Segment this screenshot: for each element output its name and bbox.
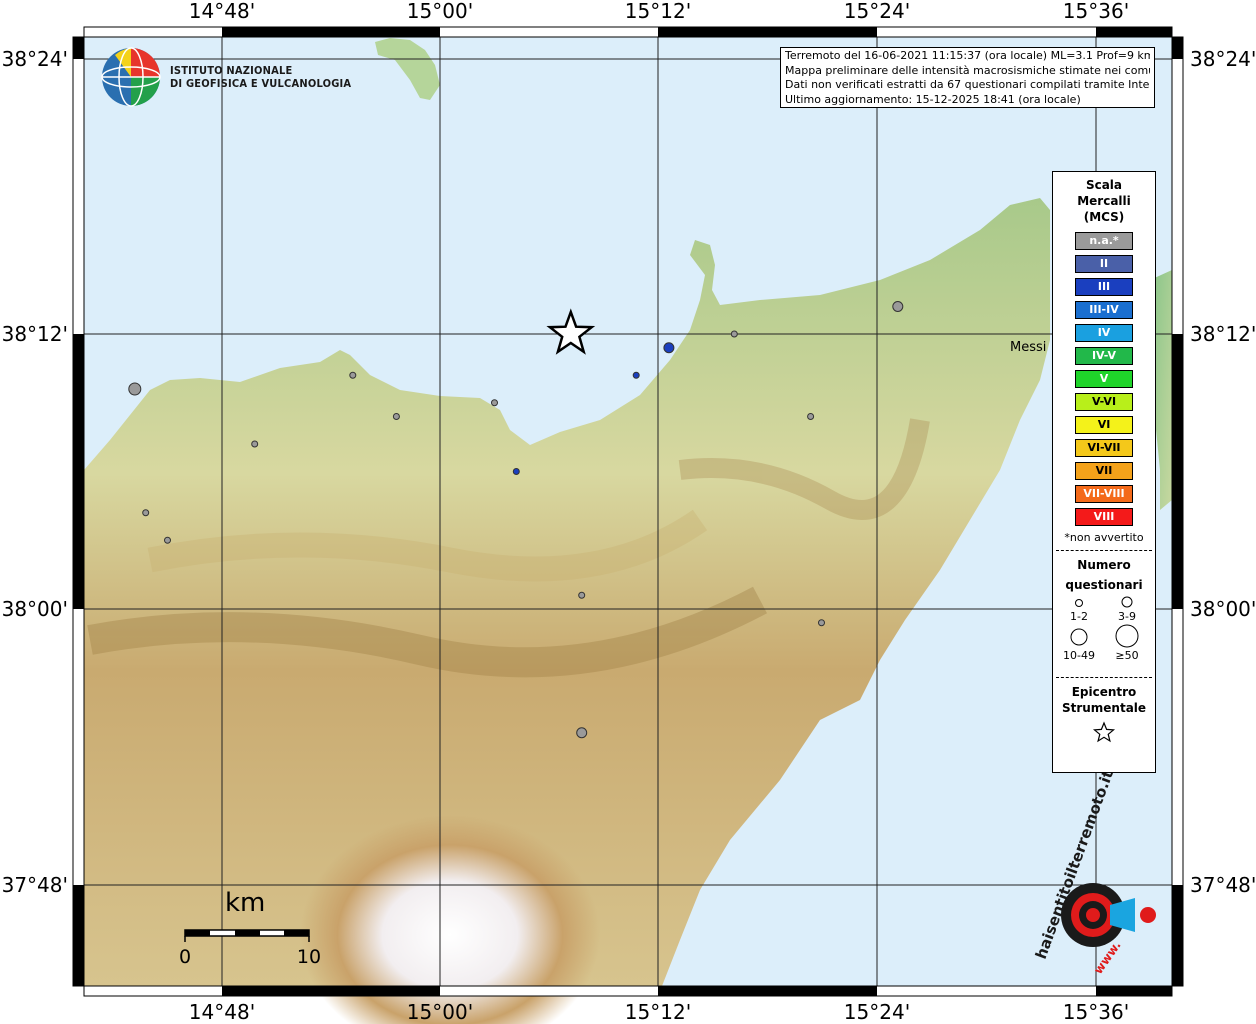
lon-tick-top-4: 15°24': [844, 0, 910, 23]
lat-tick-left-4: 37°48': [2, 873, 68, 897]
town-marker: [892, 301, 904, 312]
legend-count-3: 10-49: [1063, 649, 1095, 662]
institute-name: ISTITUTO NAZIONALE DI GEOFISICA E VULCAN…: [170, 64, 351, 90]
lon-tick-bottom-5: 15°36': [1063, 1000, 1129, 1024]
legend-swatch-iv: IV: [1075, 324, 1133, 342]
legend-epi-title-2: Strumentale: [1061, 701, 1147, 715]
town-marker: [663, 342, 675, 354]
lon-tick-bottom-2: 15°00': [407, 1000, 473, 1024]
info-line-3: Dati non verificati estratti da 67 quest…: [785, 78, 1150, 91]
legend-count-circles: [1070, 596, 1139, 648]
town-marker: [632, 371, 640, 379]
legend-swatch-na: n.a.*: [1075, 232, 1133, 250]
lon-tick-bottom-1: 14°48': [189, 1000, 255, 1024]
info-line-2: Mappa preliminare delle intensità macros…: [785, 63, 1150, 77]
legend-count-title-2: questionari: [1065, 578, 1143, 592]
legend-scale-title-1: Scala: [1085, 178, 1123, 192]
lat-tick-left-2: 38°12': [2, 322, 68, 346]
scalebar-unit: km: [225, 888, 266, 918]
legend-divider-1: [1056, 550, 1152, 551]
legend-swatch-vii: VII: [1075, 462, 1133, 480]
legend-count-4: ≥50: [1115, 649, 1139, 662]
ingv-logo-icon: [101, 47, 161, 107]
legend-swatches: n.a.* II III III-IV IV IV-V V V-VI VI VI-VII VII VI…: [1053, 232, 1155, 526]
lon-tick-top-1: 14°48': [189, 0, 255, 23]
town-marker: [818, 619, 825, 627]
town-marker: [578, 591, 586, 599]
legend-star-icon: [1092, 721, 1116, 743]
lon-tick-bottom-4: 15°24': [844, 1000, 910, 1024]
institute-name-line2: DI GEOFISICA E VULCANOLOGIA: [170, 77, 352, 90]
legend-count-symbols: 1-2 3-9 10-49 ≥50: [1053, 593, 1155, 662]
town-marker: [164, 536, 171, 544]
legend-count-2: 3-9: [1118, 610, 1136, 623]
legend-count-1: 1-2: [1070, 610, 1088, 623]
town-marker: [491, 399, 498, 407]
lat-tick-right-2: 38°12': [1190, 322, 1256, 346]
town-marker: [807, 413, 815, 420]
institute-name-line1: ISTITUTO NAZIONALE: [170, 64, 293, 77]
town-marker: [128, 382, 142, 396]
lat-tick-right-1: 38°24': [1190, 47, 1256, 71]
legend-count-title-1: Numero: [1077, 558, 1131, 572]
legend-swatch-viii: VIII: [1075, 508, 1133, 526]
legend-panel: Scala Mercalli (MCS) n.a.* II III III-IV IV I…: [1052, 171, 1156, 773]
town-marker: [576, 727, 588, 739]
legend-swatch-v: V: [1075, 370, 1133, 388]
town-marker: [512, 468, 520, 475]
legend-scale-title-2: Mercalli: [1077, 194, 1131, 208]
town-marker: [392, 413, 400, 420]
town-marker: [730, 330, 738, 338]
legend-swatch-vivii: VI-VII: [1075, 439, 1133, 457]
lat-tick-left-1: 38°24': [2, 47, 68, 71]
lat-tick-left-3: 38°00': [2, 597, 68, 621]
legend-swatch-vi: VI: [1075, 416, 1133, 434]
legend-swatch-iii: III: [1075, 278, 1133, 296]
legend-swatch-iiiiv: III-IV: [1075, 301, 1133, 319]
legend-swatch-vvi: V-VI: [1075, 393, 1133, 411]
legend-swatch-ii: II: [1075, 255, 1133, 273]
lat-tick-right-4: 37°48': [1190, 873, 1256, 897]
event-info-box: Terremoto del 16-06-2021 11:15:37 (ora l…: [780, 47, 1155, 108]
lon-tick-bottom-3: 15°12': [625, 1000, 691, 1024]
lon-tick-top-3: 15°12': [625, 0, 691, 23]
legend-scale-title-3: (MCS): [1083, 210, 1125, 224]
town-marker: [349, 371, 357, 379]
scalebar-min: 0: [179, 946, 191, 968]
town-marker: [142, 509, 150, 517]
lon-tick-top-5: 15°36': [1063, 0, 1129, 23]
legend-not-felt: *non avvertito: [1064, 531, 1144, 544]
info-line-1: Terremoto del 16-06-2021 11:15:37 (ora l…: [785, 49, 1150, 62]
city-label-messina: Messi: [1010, 340, 1046, 355]
legend-epi-title-1: Epicentro: [1071, 685, 1137, 699]
legend-divider-2: [1056, 677, 1152, 678]
info-line-4: Ultimo aggiornamento: 15-12-2025 18:41 (…: [785, 92, 1081, 106]
scalebar-max: 10: [297, 946, 321, 968]
legend-swatch-ivv: IV-V: [1075, 347, 1133, 365]
lat-tick-right-3: 38°00': [1190, 597, 1256, 621]
legend-swatch-viiviii: VII-VIII: [1075, 485, 1133, 503]
lon-tick-top-2: 15°00': [407, 0, 473, 23]
town-marker: [251, 440, 259, 448]
